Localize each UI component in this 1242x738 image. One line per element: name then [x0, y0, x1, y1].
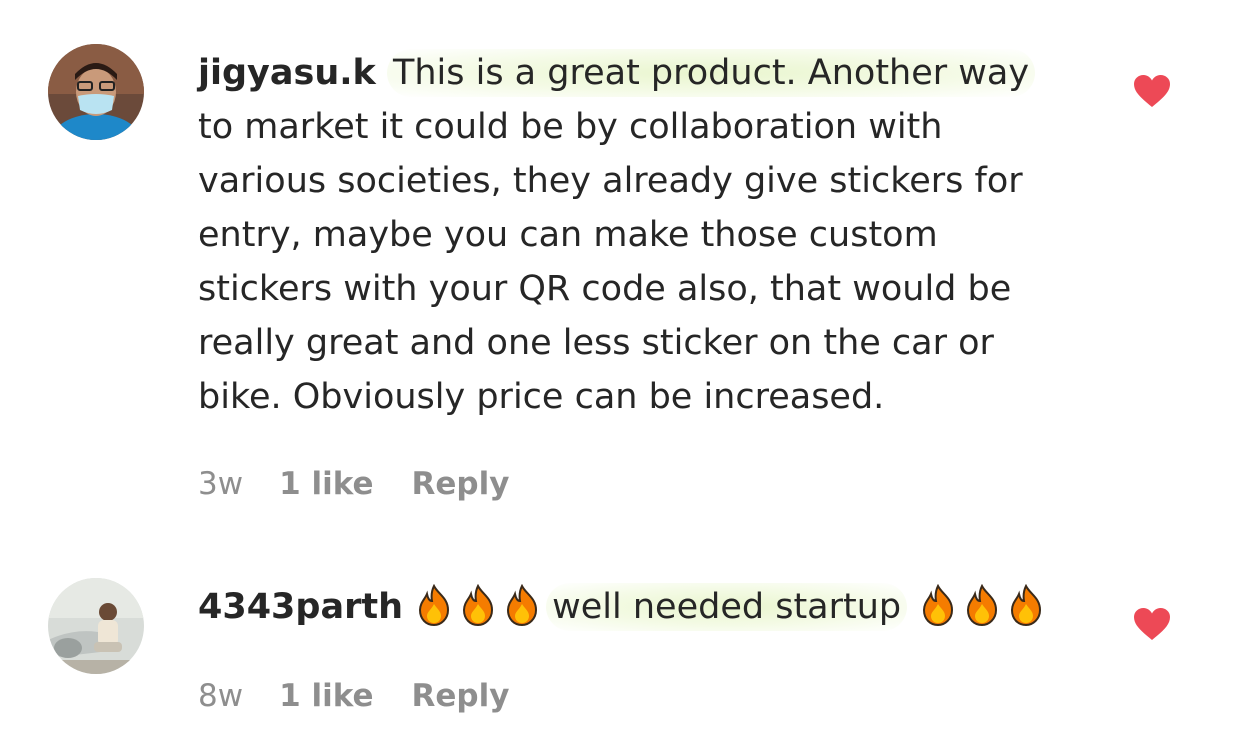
comment-text-rest: to market it could be by collaboration w…: [198, 107, 1023, 417]
reply-button[interactable]: Reply: [412, 678, 510, 714]
fire-emoji-group-after: [918, 584, 1050, 627]
heart-filled-icon[interactable]: [1133, 607, 1171, 641]
comment-text: jigyasu.k This is a great product. Anoth…: [198, 46, 1068, 424]
avatar[interactable]: [48, 44, 144, 140]
fire-icon: [1011, 584, 1042, 626]
avatar-image: [48, 44, 144, 140]
comment-timestamp: 3w: [198, 466, 244, 502]
comment-text-highlighted: This is a great product. Another way: [386, 49, 1036, 97]
avatar-image: [48, 578, 144, 674]
comment-likes-link[interactable]: 1 like: [279, 466, 373, 502]
fire-icon: [967, 584, 998, 626]
comment-username[interactable]: jigyasu.k: [198, 53, 376, 93]
comment-text-highlighted: well needed startup: [546, 583, 908, 631]
comment-meta: 8w 1 like Reply: [198, 678, 509, 714]
fire-icon: [507, 584, 538, 626]
fire-icon: [419, 584, 450, 626]
reply-button[interactable]: Reply: [412, 466, 510, 502]
comment-meta: 3w 1 like Reply: [198, 466, 509, 502]
heart-filled-icon[interactable]: [1133, 74, 1171, 108]
fire-icon: [463, 584, 494, 626]
comment-text: 4343parth well needed startup: [198, 580, 1068, 634]
comment-timestamp: 8w: [198, 678, 244, 714]
comment-username[interactable]: 4343parth: [198, 587, 403, 627]
fire-emoji-group-before: [414, 584, 546, 627]
fire-icon: [923, 584, 954, 626]
comment-likes-link[interactable]: 1 like: [279, 678, 373, 714]
avatar[interactable]: [48, 578, 144, 674]
